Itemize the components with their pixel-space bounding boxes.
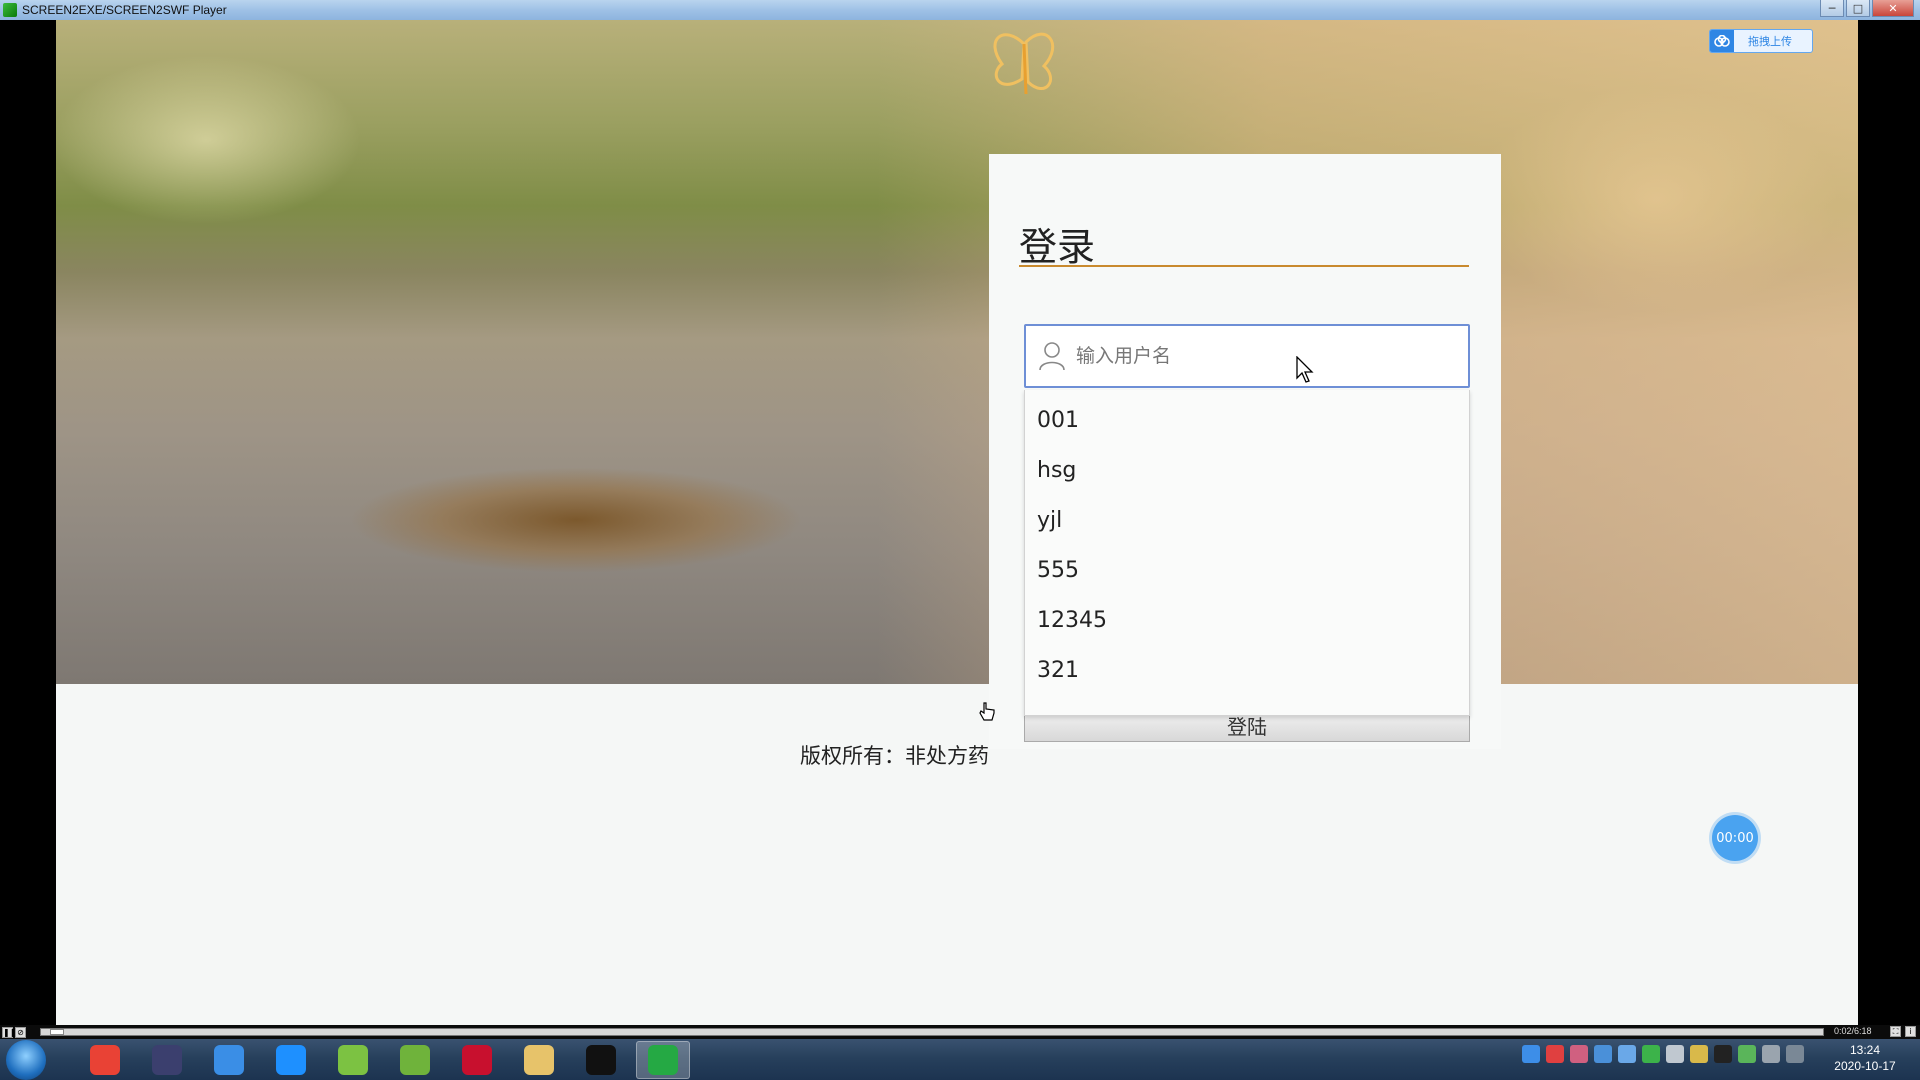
tray-network-icon[interactable] xyxy=(1522,1045,1540,1063)
maximize-button[interactable]: □ xyxy=(1846,0,1870,17)
username-field[interactable] xyxy=(1024,324,1470,388)
app-icon xyxy=(3,3,17,17)
taskbar-app-flash[interactable] xyxy=(450,1041,504,1079)
taskbar-app-browser[interactable] xyxy=(264,1041,318,1079)
player-content: 拖拽上传 登录 001 hsg yjl 555 12345 321 登陆 版权所… xyxy=(56,20,1858,1025)
file-explorer-icon xyxy=(524,1044,554,1075)
screen2exe-icon xyxy=(648,1044,678,1075)
window-controls: ─ □ ✕ xyxy=(1820,0,1914,17)
window-titlebar: SCREEN2EXE/SCREEN2SWF Player ─ □ ✕ xyxy=(0,0,1920,20)
taskbar-apps xyxy=(70,1040,690,1079)
cloud-upload-icon xyxy=(1710,30,1734,52)
autocomplete-option[interactable]: 12345 xyxy=(1025,596,1469,646)
copyright-text: 版权所有：非处方药 xyxy=(800,744,989,768)
login-card: 登录 001 hsg yjl 555 12345 321 登陆 xyxy=(989,154,1501,749)
autocomplete-option[interactable]: hsg xyxy=(1025,446,1469,496)
tray-monitor-icon[interactable] xyxy=(1786,1045,1804,1063)
mouse-cursor-icon xyxy=(1296,356,1314,383)
pause-icon[interactable]: ❚❚ xyxy=(2,1026,16,1038)
playback-time: 0:02/6:18 xyxy=(1834,1026,1872,1036)
taskbar-app-screen2exe[interactable] xyxy=(636,1040,690,1079)
drag-upload-button[interactable]: 拖拽上传 xyxy=(1709,29,1813,53)
autocomplete-option[interactable]: 555 xyxy=(1025,546,1469,596)
seek-thumb[interactable] xyxy=(49,1029,64,1035)
taskbar-app-eclipse[interactable] xyxy=(140,1041,194,1079)
autocomplete-option[interactable]: 321 xyxy=(1025,646,1469,696)
tray-wechat-icon[interactable] xyxy=(1642,1045,1660,1063)
taskbar-app-file-explorer[interactable] xyxy=(512,1041,566,1079)
leaf-app-icon xyxy=(338,1044,368,1075)
login-button[interactable]: 登陆 xyxy=(1024,712,1470,742)
butterfly-logo-icon xyxy=(993,32,1055,95)
login-title: 登录 xyxy=(1019,225,1096,269)
tray-qq-icon[interactable] xyxy=(1714,1045,1732,1063)
info-icon[interactable]: i xyxy=(1905,1026,1916,1037)
taskbar-app-notepad[interactable] xyxy=(388,1041,442,1079)
notepad-icon xyxy=(400,1044,430,1075)
user-icon xyxy=(1039,342,1065,371)
tray-battery-icon[interactable] xyxy=(1738,1045,1756,1063)
player-extra-controls: ⛶ i xyxy=(1888,1026,1916,1037)
taskbar-app-chrome[interactable] xyxy=(78,1041,132,1079)
window-title: SCREEN2EXE/SCREEN2SWF Player xyxy=(22,3,227,17)
baidu-netdisk-icon xyxy=(214,1044,244,1075)
drag-upload-label: 拖拽上传 xyxy=(1748,35,1792,48)
taskbar-app-baidu-netdisk[interactable] xyxy=(202,1041,256,1079)
title-underline xyxy=(1019,265,1469,267)
eclipse-icon xyxy=(152,1044,182,1075)
browser-icon xyxy=(276,1044,306,1075)
flash-icon xyxy=(462,1044,492,1075)
close-button[interactable]: ✕ xyxy=(1872,0,1914,17)
taskbar-clock[interactable]: 13:24 2020-10-17 xyxy=(1820,1042,1910,1074)
background-photo xyxy=(56,20,1858,684)
system-tray xyxy=(1522,1045,1804,1063)
tray-netdisk-icon[interactable] xyxy=(1618,1045,1636,1063)
tray-antivirus-icon[interactable] xyxy=(1570,1045,1588,1063)
recording-timer-badge[interactable]: 00:00 xyxy=(1712,815,1758,861)
tray-shield-icon[interactable] xyxy=(1594,1045,1612,1063)
tray-flag-icon[interactable] xyxy=(1690,1045,1708,1063)
autocomplete-dropdown: 001 hsg yjl 555 12345 321 xyxy=(1024,390,1470,716)
stop-icon[interactable]: ⊘ xyxy=(15,1026,26,1038)
autocomplete-option[interactable]: yjl xyxy=(1025,496,1469,546)
username-input[interactable] xyxy=(1076,345,1436,367)
minimize-button[interactable]: ─ xyxy=(1820,0,1844,17)
taskbar-app-leaf-app[interactable] xyxy=(326,1041,380,1079)
tray-sound-icon[interactable] xyxy=(1762,1045,1780,1063)
fullscreen-icon[interactable]: ⛶ xyxy=(1890,1026,1901,1037)
chrome-icon xyxy=(90,1044,120,1075)
clock-time: 13:24 xyxy=(1849,1043,1881,1057)
clock-date: 2020-10-17 xyxy=(1834,1059,1896,1073)
taskbar-app-qq[interactable] xyxy=(574,1041,628,1079)
player-control-bar: ❚❚ ⊘ 0:02/6:18 ⛶ i xyxy=(0,1025,1920,1039)
tray-update-icon[interactable] xyxy=(1546,1045,1564,1063)
hand-cursor-icon xyxy=(979,702,995,721)
autocomplete-option[interactable]: 001 xyxy=(1025,396,1469,446)
qq-icon xyxy=(586,1044,616,1075)
start-button[interactable] xyxy=(6,1039,46,1080)
tray-volume-icon[interactable] xyxy=(1666,1045,1684,1063)
seek-bar[interactable] xyxy=(40,1028,1824,1036)
